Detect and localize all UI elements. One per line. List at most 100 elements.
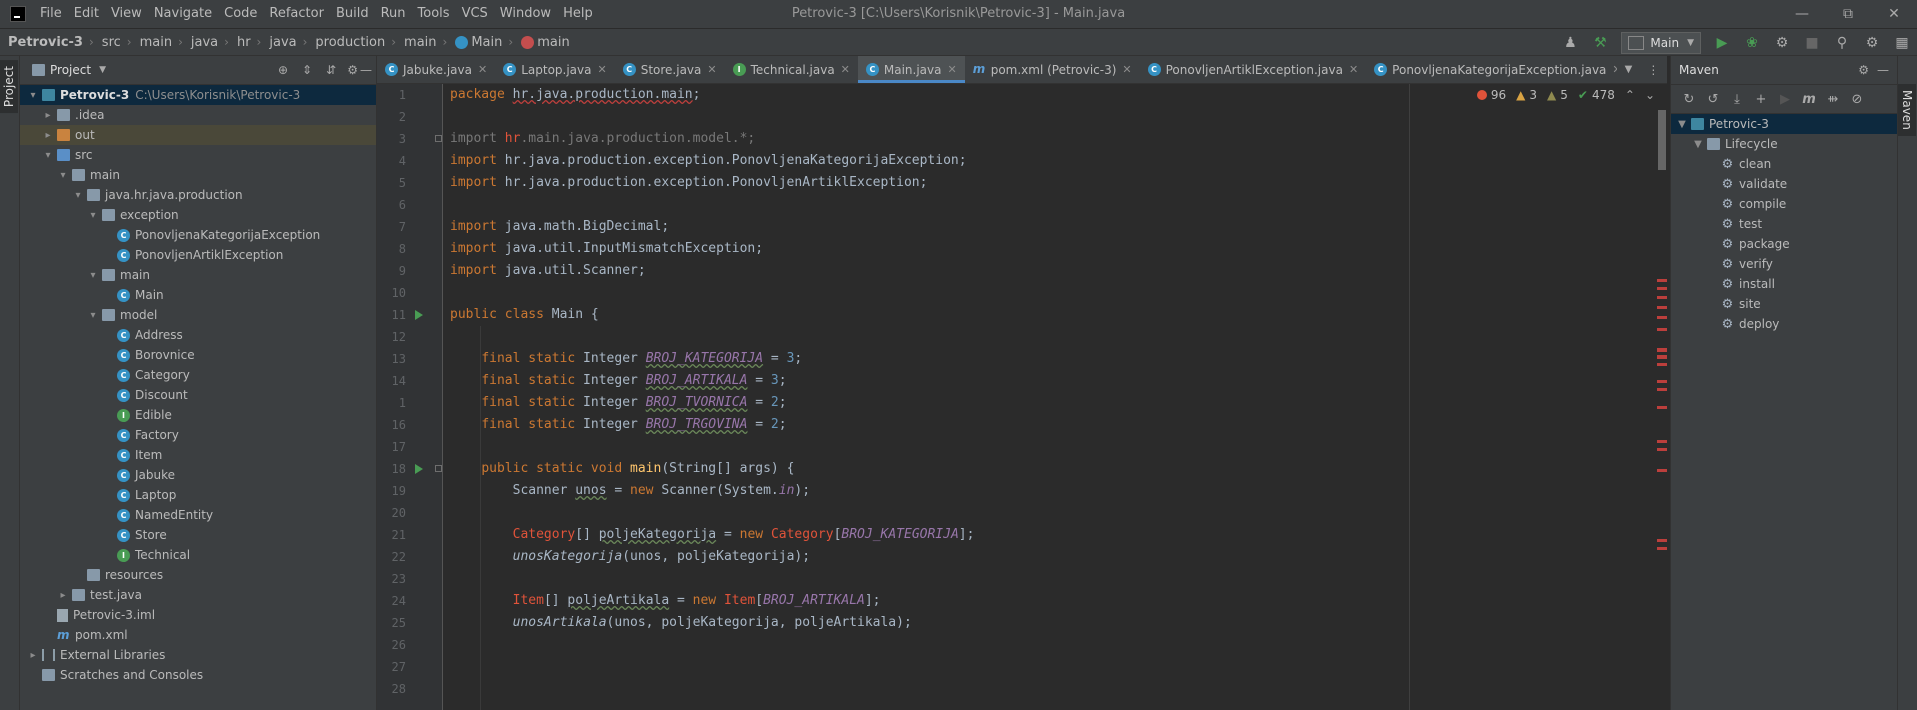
error-mark[interactable]: [1657, 363, 1667, 366]
breadcrumb-item[interactable]: hr ›: [229, 35, 261, 50]
tree-item[interactable]: C PonovljenaKategorijaException: [20, 225, 376, 245]
breadcrumb-item[interactable]: Main ›: [447, 35, 513, 50]
chevron-right-icon[interactable]: ▸: [41, 110, 55, 121]
breadcrumb-item[interactable]: Petrovic-3 ›: [0, 35, 94, 50]
tree-item[interactable]: C Laptop: [20, 485, 376, 505]
close-icon[interactable]: ✕: [707, 63, 716, 76]
chevron-down-icon[interactable]: ▾: [86, 210, 100, 221]
run-icon[interactable]: ▶: [1709, 32, 1735, 54]
tree-item[interactable]: resources: [20, 565, 376, 585]
chevron-up-icon[interactable]: ⌃: [1625, 88, 1635, 102]
tree-item[interactable]: ▾ model: [20, 305, 376, 325]
menu-navigate[interactable]: Navigate: [148, 0, 218, 28]
error-mark[interactable]: [1657, 279, 1667, 282]
menu-view[interactable]: View: [105, 0, 148, 28]
tree-item[interactable]: C Item: [20, 445, 376, 465]
menu-edit[interactable]: Edit: [68, 0, 105, 28]
hide-icon[interactable]: —: [1877, 63, 1889, 77]
tree-item[interactable]: ▾ main: [20, 165, 376, 185]
settings-gear-icon[interactable]: ⚙: [1859, 32, 1885, 54]
menu-help[interactable]: Help: [557, 0, 599, 28]
tree-item[interactable]: Petrovic-3.iml: [20, 605, 376, 625]
error-mark[interactable]: [1657, 287, 1667, 290]
restore-icon[interactable]: ⧉: [1825, 0, 1871, 28]
chevron-down-icon[interactable]: ▾: [71, 190, 85, 201]
locate-icon[interactable]: ⊕: [278, 63, 288, 77]
build-hammer-icon[interactable]: ⚒: [1587, 32, 1613, 54]
chevron-down-icon[interactable]: ⌄: [1645, 88, 1655, 102]
error-mark[interactable]: [1657, 296, 1667, 299]
tab-jabuke-java[interactable]: C Jabuke.java ✕: [377, 56, 495, 83]
more-icon[interactable]: ⋮: [1647, 63, 1659, 77]
error-stripe[interactable]: [1655, 84, 1667, 710]
tree-item[interactable]: C PonovljenArtiklException: [20, 245, 376, 265]
chevron-right-icon[interactable]: ▸: [26, 650, 40, 661]
run-icon[interactable]: ▶: [1773, 92, 1797, 107]
menu-refactor[interactable]: Refactor: [263, 0, 330, 28]
run-configuration-select[interactable]: Main ▼: [1621, 31, 1701, 54]
tree-item[interactable]: C Discount: [20, 385, 376, 405]
maven-goal-site[interactable]: ⚙ site: [1671, 294, 1897, 314]
chevron-down-icon[interactable]: ▼: [1625, 64, 1633, 75]
minimize-icon[interactable]: —: [1779, 0, 1825, 28]
tab-pom-xml-petrovic-3-[interactable]: m pom.xml (Petrovic-3) ✕: [965, 56, 1140, 83]
error-mark[interactable]: [1657, 316, 1667, 319]
maven-goal-verify[interactable]: ⚙ verify: [1671, 254, 1897, 274]
menu-vcs[interactable]: VCS: [456, 0, 494, 28]
breadcrumb-item[interactable]: main ›: [396, 35, 447, 50]
tree-item[interactable]: C Main: [20, 285, 376, 305]
maven-goal-compile[interactable]: ⚙ compile: [1671, 194, 1897, 214]
code-editor[interactable]: package hr.java.production.main; import …: [443, 84, 1643, 710]
tree-item[interactable]: ▾ exception: [20, 205, 376, 225]
skip-tests-icon[interactable]: ⊘: [1845, 92, 1869, 107]
scroll-thumb[interactable]: [1658, 110, 1666, 170]
breadcrumb-item[interactable]: src ›: [94, 35, 132, 50]
breadcrumb-item[interactable]: java ›: [183, 35, 229, 50]
toggle-offline-icon[interactable]: ⇻: [1821, 92, 1845, 107]
breadcrumb-item[interactable]: production ›: [307, 35, 396, 50]
error-mark[interactable]: [1657, 440, 1667, 443]
breadcrumb-item[interactable]: main: [513, 35, 570, 50]
coverage-icon[interactable]: ⚙: [1769, 32, 1795, 54]
tab-laptop-java[interactable]: C Laptop.java ✕: [495, 56, 615, 83]
collapse-all-icon[interactable]: ⇵: [326, 63, 336, 77]
tree-item[interactable]: ▾ src: [20, 145, 376, 165]
hide-icon[interactable]: —: [360, 63, 372, 77]
inspection-widget[interactable]: 96 ▲ 3 ▲ 5 ✔ 478 ⌃ ⌄: [1476, 88, 1655, 102]
maven-project-node[interactable]: ▼ Petrovic-3: [1671, 114, 1897, 134]
close-icon[interactable]: ✕: [478, 63, 487, 76]
debug-icon[interactable]: ❀: [1739, 32, 1765, 54]
gear-icon[interactable]: ⚙: [1858, 63, 1869, 77]
error-mark[interactable]: [1657, 539, 1667, 542]
stop-icon[interactable]: ■: [1799, 32, 1825, 54]
menu-window[interactable]: Window: [494, 0, 557, 28]
expand-all-icon[interactable]: ⇕: [302, 63, 312, 77]
close-icon[interactable]: ✕: [948, 63, 957, 76]
chevron-down-icon[interactable]: ▾: [56, 170, 70, 181]
maven-goal-clean[interactable]: ⚙ clean: [1671, 154, 1897, 174]
gear-icon[interactable]: ⚙: [347, 63, 358, 77]
jetbrains-toolbox-icon[interactable]: ▦: [1889, 32, 1915, 54]
error-mark[interactable]: [1657, 306, 1667, 309]
tree-item[interactable]: C Jabuke: [20, 465, 376, 485]
tab-store-java[interactable]: C Store.java ✕: [615, 56, 725, 83]
tree-item[interactable]: I Edible: [20, 405, 376, 425]
tab-technical-java[interactable]: I Technical.java ✕: [725, 56, 858, 83]
tree-item[interactable]: I Technical: [20, 545, 376, 565]
menu-tools[interactable]: Tools: [412, 0, 456, 28]
add-icon[interactable]: +: [1749, 92, 1773, 107]
chevron-right-icon[interactable]: ▸: [41, 130, 55, 141]
error-mark[interactable]: [1657, 348, 1667, 352]
tree-item[interactable]: Scratches and Consoles: [20, 665, 376, 685]
download-icon[interactable]: ⤓: [1725, 92, 1749, 107]
tree-item[interactable]: ▸ out: [20, 125, 376, 145]
close-icon[interactable]: ✕: [1122, 63, 1131, 76]
menu-code[interactable]: Code: [218, 0, 263, 28]
tree-item[interactable]: m pom.xml: [20, 625, 376, 645]
breadcrumb-item[interactable]: java ›: [261, 35, 307, 50]
chevron-down-icon[interactable]: ▾: [26, 90, 40, 101]
close-icon[interactable]: ✕: [1349, 63, 1358, 76]
error-mark[interactable]: [1657, 355, 1667, 359]
chevron-right-icon[interactable]: ▸: [56, 590, 70, 601]
tree-item[interactable]: C Store: [20, 525, 376, 545]
